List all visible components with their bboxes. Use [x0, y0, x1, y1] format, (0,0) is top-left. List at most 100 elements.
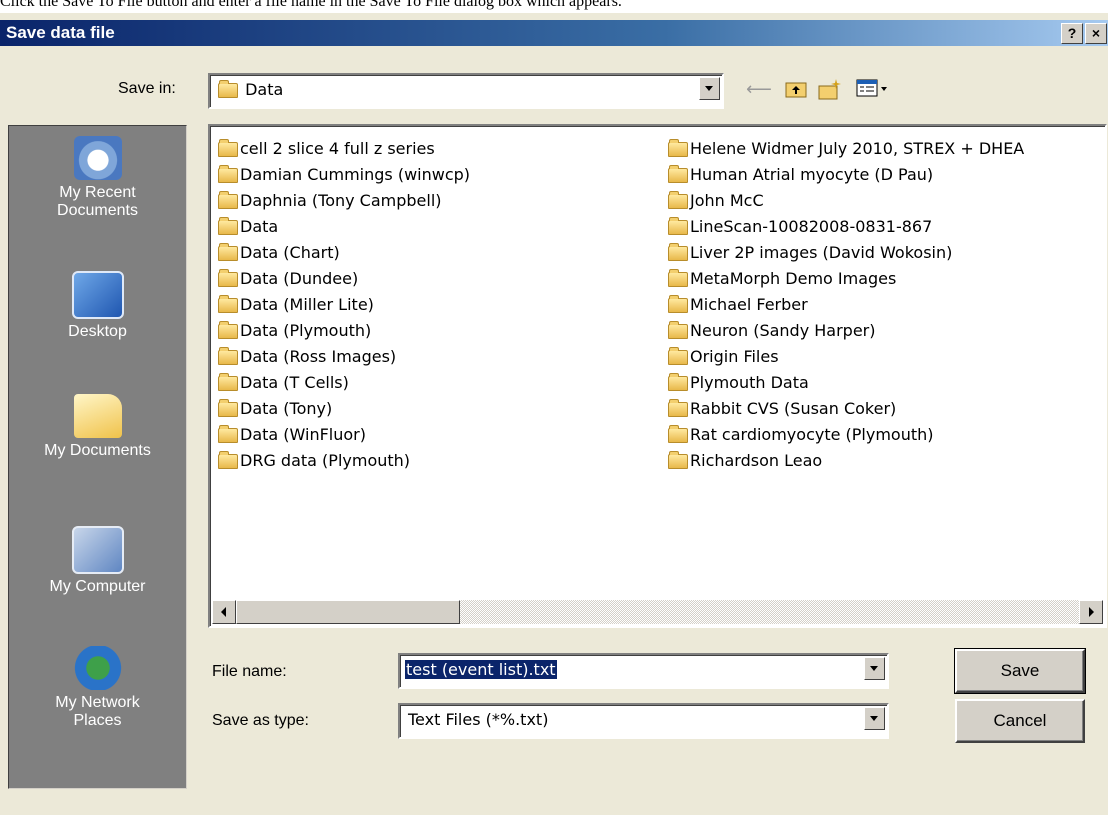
back-arrow-icon[interactable]: ⟵ — [746, 78, 772, 102]
place-desktop[interactable]: Desktop — [9, 271, 186, 341]
file-name-value: test (event list).txt — [405, 660, 557, 679]
place-my-computer[interactable]: My Computer — [9, 526, 186, 596]
save-as-type-dropdown[interactable]: Text Files (*%.txt) — [398, 703, 889, 739]
folder-name: Plymouth Data — [690, 373, 809, 392]
folder-name: Human Atrial myocyte (D Pau) — [690, 165, 934, 184]
folder-list-item[interactable]: Michael Ferber — [668, 292, 1024, 318]
folder-icon — [218, 399, 238, 417]
folder-list-item[interactable]: Liver 2P images (David Wokosin) — [668, 240, 1024, 266]
folder-icon — [218, 347, 238, 365]
help-button[interactable]: ? — [1061, 23, 1083, 44]
up-folder-icon[interactable] — [784, 78, 808, 102]
folder-list-item[interactable]: Human Atrial myocyte (D Pau) — [668, 162, 1024, 188]
folder-list-item[interactable]: Data (Miller Lite) — [218, 292, 470, 318]
network-places-icon — [73, 646, 122, 690]
folder-icon — [668, 269, 688, 287]
folder-list-item[interactable]: Helene Widmer July 2010, STREX + DHEA — [668, 136, 1024, 162]
folder-list-item[interactable]: Neuron (Sandy Harper) — [668, 318, 1024, 344]
scrollbar-thumb[interactable] — [236, 600, 460, 624]
folder-icon — [218, 295, 238, 313]
folder-name: Damian Cummings (winwcp) — [240, 165, 471, 184]
views-menu-icon[interactable] — [855, 78, 891, 102]
folder-list-item[interactable]: LineScan-10082008-0831-867 — [668, 214, 1024, 240]
new-folder-icon[interactable] — [818, 78, 842, 102]
save-button[interactable]: Save — [954, 648, 1086, 694]
folder-icon — [668, 451, 688, 469]
folder-icon — [668, 243, 688, 261]
folder-name: Michael Ferber — [690, 295, 808, 314]
folder-list-item[interactable]: Daphnia (Tony Campbell) — [218, 188, 470, 214]
folder-list-item[interactable]: Data (Tony) — [218, 396, 470, 422]
folder-name: Richardson Leao — [690, 451, 823, 470]
folder-name: Helene Widmer July 2010, STREX + DHEA — [690, 139, 1025, 158]
folder-list-item[interactable]: DRG data (Plymouth) — [218, 448, 470, 474]
folder-icon — [218, 321, 238, 339]
place-my-documents[interactable]: My Documents — [9, 394, 186, 460]
folder-name: Data — [240, 217, 279, 236]
folder-name: Data (Tony) — [240, 399, 333, 418]
folder-icon — [668, 191, 688, 209]
folder-icon — [668, 139, 688, 157]
recent-documents-icon — [73, 136, 122, 180]
close-button[interactable]: × — [1085, 23, 1107, 44]
folder-icon — [218, 139, 238, 157]
save-as-type-label: Save as type: — [212, 712, 309, 729]
chevron-down-icon[interactable] — [699, 77, 720, 100]
place-my-network-places[interactable]: My Network Places — [9, 646, 186, 730]
folder-list-item[interactable]: cell 2 slice 4 full z series — [218, 136, 470, 162]
folder-icon — [668, 295, 688, 313]
folder-list-item[interactable]: Data (WinFluor) — [218, 422, 470, 448]
folder-name: Data (WinFluor) — [240, 425, 366, 444]
file-column-left: cell 2 slice 4 full z series Damian Cummi… — [218, 136, 470, 474]
folder-icon — [218, 191, 238, 209]
my-computer-icon — [71, 526, 124, 574]
folder-list-item[interactable]: Data (Plymouth) — [218, 318, 470, 344]
folder-list-item[interactable]: Data (Chart) — [218, 240, 470, 266]
folder-list-item[interactable]: Origin Files — [668, 344, 1024, 370]
folder-list-item[interactable]: MetaMorph Demo Images — [668, 266, 1024, 292]
scroll-left-button[interactable] — [212, 600, 236, 624]
folder-name: Data (Chart) — [240, 243, 340, 262]
folder-icon — [668, 373, 688, 391]
folder-name: Liver 2P images (David Wokosin) — [690, 243, 953, 262]
file-column-right: Helene Widmer July 2010, STREX + DHEA Hum… — [668, 136, 1024, 474]
folder-name: Data (Ross Images) — [240, 347, 397, 366]
folder-list-item[interactable]: Data (Ross Images) — [218, 344, 470, 370]
save-in-dropdown[interactable]: Data — [208, 73, 724, 109]
folder-list-item[interactable]: Damian Cummings (winwcp) — [218, 162, 470, 188]
chevron-down-icon[interactable] — [864, 657, 885, 680]
desktop-icon — [71, 271, 124, 319]
folder-icon — [218, 80, 238, 98]
folder-name: Data (Plymouth) — [240, 321, 372, 340]
folder-name: Data (T Cells) — [240, 373, 349, 392]
folder-list-item[interactable]: Data — [218, 214, 470, 240]
chevron-down-icon[interactable] — [864, 707, 885, 730]
folder-name: Rat cardiomyocyte (Plymouth) — [690, 425, 934, 444]
folder-name: LineScan-10082008-0831-867 — [690, 217, 933, 236]
folder-list-item[interactable]: Data (Dundee) — [218, 266, 470, 292]
folder-name: Rabbit CVS (Susan Coker) — [690, 399, 897, 418]
cancel-button[interactable]: Cancel — [955, 699, 1085, 743]
folder-list-item[interactable]: Rat cardiomyocyte (Plymouth) — [668, 422, 1024, 448]
folder-icon — [668, 321, 688, 339]
scroll-right-button[interactable] — [1079, 600, 1103, 624]
folder-icon — [218, 217, 238, 235]
place-my-recent-documents[interactable]: My Recent Documents — [9, 136, 186, 220]
folder-list-item[interactable]: Data (T Cells) — [218, 370, 470, 396]
folder-name: John McC — [690, 191, 764, 210]
folder-icon — [218, 243, 238, 261]
folder-name: Data (Miller Lite) — [240, 295, 374, 314]
folder-list-item[interactable]: John McC — [668, 188, 1024, 214]
dialog-title-bar[interactable]: Save data file ? × — [0, 20, 1108, 46]
folder-icon — [218, 425, 238, 443]
folder-list-item[interactable]: Rabbit CVS (Susan Coker) — [668, 396, 1024, 422]
file-list[interactable]: cell 2 slice 4 full z series Damian Cummi… — [208, 124, 1107, 628]
file-name-input[interactable]: test (event list).txt — [398, 653, 889, 689]
folder-list-item[interactable]: Richardson Leao — [668, 448, 1024, 474]
folder-name: Neuron (Sandy Harper) — [690, 321, 876, 340]
horizontal-scrollbar[interactable] — [212, 600, 1103, 624]
folder-icon — [218, 373, 238, 391]
folder-name: cell 2 slice 4 full z series — [240, 139, 435, 158]
folder-list-item[interactable]: Plymouth Data — [668, 370, 1024, 396]
folder-name: Origin Files — [690, 347, 779, 366]
